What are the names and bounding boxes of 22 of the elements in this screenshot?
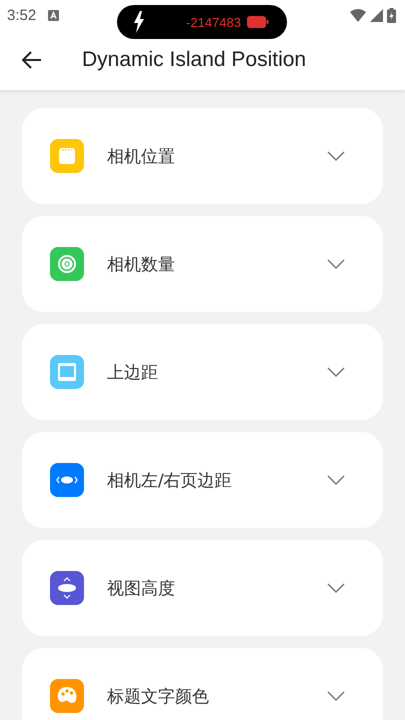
setting-card[interactable]: 相机数量 <box>22 216 383 312</box>
setting-label: 相机数量 <box>107 254 175 276</box>
notification-icon <box>48 10 60 20</box>
page-title: Dynamic Island Position <box>82 48 306 72</box>
setting-label: 上边距 <box>107 362 158 384</box>
setting-label: 标题文字颜色 <box>107 686 209 708</box>
status-time: 3:52 <box>7 6 36 24</box>
island-reading: -2147483 <box>186 14 241 30</box>
setting-label: 相机位置 <box>107 146 175 168</box>
setting-label: 相机左/右页边距 <box>107 470 232 492</box>
back-arrow-icon[interactable] <box>22 51 42 69</box>
setting-card[interactable]: 相机左/右页边距 <box>22 432 383 528</box>
wifi-icon <box>350 8 366 22</box>
setting-label: 视图高度 <box>107 578 175 600</box>
setting-card[interactable]: 标题文字颜色 <box>22 648 383 720</box>
setting-card[interactable]: 视图高度 <box>22 540 383 636</box>
setting-card[interactable]: 上边距 <box>22 324 383 420</box>
setting-card[interactable]: 相机位置 <box>22 108 383 204</box>
signal-icon <box>370 8 383 22</box>
lightning-icon <box>133 11 145 33</box>
battery-charging-icon <box>387 8 396 22</box>
battery-icon <box>247 16 269 28</box>
